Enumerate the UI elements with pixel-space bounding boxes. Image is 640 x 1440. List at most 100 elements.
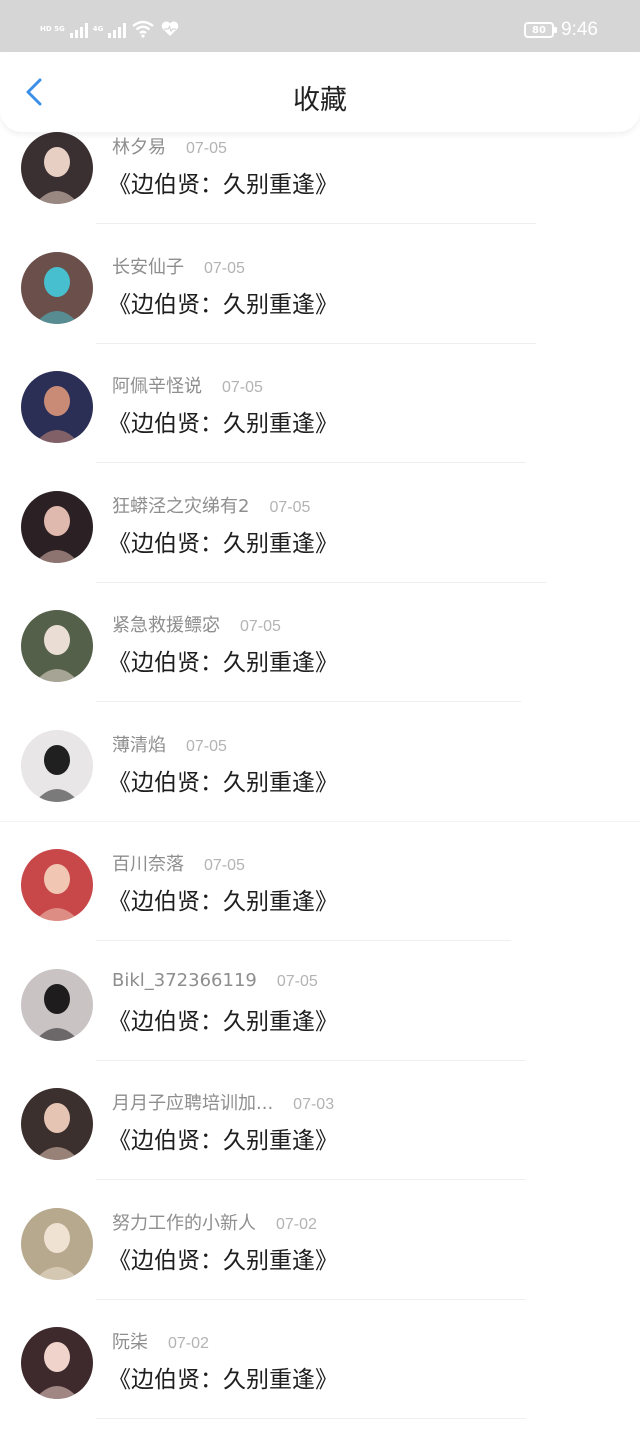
divider bbox=[96, 701, 521, 702]
divider bbox=[96, 462, 526, 463]
post-title[interactable]: 《边伯贤：久别重逢》 bbox=[108, 882, 338, 916]
status-right: 80 9:46 bbox=[524, 19, 598, 41]
list-item[interactable]: 月月子应聘培训加... 07-03 《边伯贤：久别重逢》 bbox=[0, 1081, 640, 1201]
date: 07-05 bbox=[204, 259, 245, 277]
post-title[interactable]: 《边伯贤：久别重逢》 bbox=[108, 1241, 338, 1275]
username[interactable]: 狂蟒泾之灾绨有2 bbox=[112, 492, 249, 518]
post-title[interactable]: 《边伯贤：久别重逢》 bbox=[108, 643, 338, 677]
date: 07-05 bbox=[186, 737, 227, 755]
post-title[interactable]: 《边伯贤：久别重逢》 bbox=[108, 763, 338, 797]
signal-icon bbox=[108, 20, 127, 38]
post-title[interactable]: 《边伯贤：久别重逢》 bbox=[108, 1360, 338, 1394]
heart-icon bbox=[162, 21, 179, 36]
status-left: HD 5G 4G bbox=[40, 17, 180, 41]
item-meta: 林夕易 07-05 bbox=[112, 133, 227, 159]
item-meta: 薄清焰 07-05 bbox=[112, 731, 227, 757]
list-item[interactable]: 长安仙子 07-05 《边伯贤：久别重逢》 bbox=[0, 245, 640, 365]
item-meta: 阮柒 07-02 bbox=[112, 1328, 209, 1354]
avatar-image bbox=[21, 610, 93, 682]
page-title: 收藏 bbox=[293, 85, 347, 116]
list-item[interactable]: 努力工作的小新人 07-02 《边伯贤：久别重逢》 bbox=[0, 1201, 640, 1321]
item-meta: 努力工作的小新人 07-02 bbox=[112, 1209, 317, 1235]
list-item[interactable]: 阿佩辛怪说 07-05 《边伯贤：久别重逢》 bbox=[0, 364, 640, 484]
list-item[interactable]: 狂蟒泾之灾绨有2 07-05 《边伯贤：久别重逢》 bbox=[0, 484, 640, 604]
clock: 9:46 bbox=[561, 19, 598, 40]
list-item[interactable]: Bikl_372366119 07-05 《边伯贤：久别重逢》 bbox=[0, 962, 640, 1082]
avatar-image bbox=[21, 132, 93, 204]
divider bbox=[96, 1179, 526, 1180]
avatar[interactable] bbox=[21, 1207, 93, 1280]
date: 07-02 bbox=[276, 1215, 317, 1233]
divider bbox=[96, 223, 536, 224]
date: 07-05 bbox=[276, 972, 318, 990]
post-title[interactable]: 《边伯贤：久别重逢》 bbox=[108, 1002, 338, 1036]
avatar[interactable] bbox=[21, 251, 93, 324]
post-title[interactable]: 《边伯贤：久别重逢》 bbox=[108, 285, 338, 319]
date: 07-05 bbox=[240, 618, 281, 635]
avatar-image bbox=[21, 371, 93, 443]
network-label: HD 5G bbox=[40, 25, 65, 33]
avatar[interactable] bbox=[21, 1088, 93, 1160]
username[interactable]: 林夕易 bbox=[112, 133, 166, 159]
avatar[interactable] bbox=[21, 1327, 93, 1399]
list-item[interactable]: 紧急救援鳔宓 07-05 《边伯贤：久别重逢》 bbox=[0, 603, 640, 723]
status-bar: HD 5G 4G 80 9:46 bbox=[0, 0, 640, 52]
divider bbox=[96, 1298, 526, 1300]
header: 收藏 bbox=[0, 52, 640, 132]
username[interactable]: 长安仙子 bbox=[112, 253, 184, 279]
item-meta: Bikl_372366119 07-05 bbox=[112, 970, 318, 991]
avatar-image bbox=[21, 849, 93, 921]
item-meta: 长安仙子 07-05 bbox=[112, 253, 245, 279]
date: 07-05 bbox=[222, 379, 263, 396]
username[interactable]: 紧急救援鳔宓 bbox=[112, 611, 220, 637]
avatar[interactable] bbox=[21, 968, 93, 1041]
avatar-image bbox=[21, 729, 93, 802]
list-item[interactable]: 百川奈落 07-05 《边伯贤：久别重逢》 bbox=[0, 842, 640, 962]
avatar[interactable] bbox=[21, 371, 93, 443]
date: 07-05 bbox=[204, 857, 245, 874]
post-title[interactable]: 《边伯贤：久别重逢》 bbox=[108, 1121, 338, 1155]
username[interactable]: 努力工作的小新人 bbox=[112, 1209, 256, 1235]
username[interactable]: 薄清焰 bbox=[112, 731, 166, 757]
list-item[interactable]: 薄清焰 07-05 《边伯贤：久别重逢》 bbox=[0, 723, 640, 843]
divider bbox=[96, 342, 536, 344]
list-item[interactable]: 林夕易 07-05 《边伯贤：久别重逢》 bbox=[0, 125, 640, 245]
item-meta: 月月子应聘培训加... 07-03 bbox=[112, 1089, 334, 1115]
signal-icon bbox=[69, 20, 88, 38]
post-title[interactable]: 《边伯贤：久别重逢》 bbox=[108, 524, 338, 558]
username[interactable]: 阮柒 bbox=[112, 1328, 148, 1354]
network-label-2: 4G bbox=[92, 25, 104, 33]
favorites-list: 林夕易 07-05 《边伯贤：久别重逢》 长安仙子 07-05 《边伯贤：久别重… bbox=[0, 125, 640, 1440]
item-meta: 百川奈落 07-05 bbox=[112, 850, 245, 876]
avatar-image bbox=[21, 490, 93, 563]
post-title[interactable]: 《边伯贤：久别重逢》 bbox=[108, 165, 338, 199]
post-title[interactable]: 《边伯贤：久别重逢》 bbox=[108, 404, 338, 438]
avatar-image bbox=[21, 251, 93, 324]
avatar[interactable] bbox=[21, 729, 93, 802]
avatar[interactable] bbox=[21, 849, 93, 921]
username[interactable]: 月月子应聘培训加... bbox=[112, 1089, 273, 1115]
avatar[interactable] bbox=[21, 490, 93, 563]
avatar-image bbox=[21, 1207, 93, 1280]
item-meta: 狂蟒泾之灾绨有2 07-05 bbox=[112, 492, 310, 518]
divider bbox=[96, 581, 546, 583]
date: 07-05 bbox=[269, 498, 311, 516]
avatar-image bbox=[21, 1327, 93, 1399]
date: 07-02 bbox=[168, 1335, 209, 1352]
item-meta: 紧急救援鳔宓 07-05 bbox=[112, 611, 281, 637]
username[interactable]: Bikl_372366119 bbox=[112, 970, 257, 991]
item-meta: 阿佩辛怪说 07-05 bbox=[112, 372, 263, 398]
date: 07-05 bbox=[186, 140, 227, 157]
divider bbox=[96, 1059, 526, 1061]
avatar-image bbox=[21, 1088, 93, 1160]
avatar[interactable] bbox=[21, 132, 93, 204]
avatar-image bbox=[21, 968, 93, 1041]
date: 07-03 bbox=[293, 1096, 335, 1113]
avatar[interactable] bbox=[21, 610, 93, 682]
divider bbox=[96, 1418, 526, 1419]
username[interactable]: 百川奈落 bbox=[112, 850, 184, 876]
wifi-icon bbox=[132, 20, 155, 38]
username[interactable]: 阿佩辛怪说 bbox=[112, 372, 202, 398]
divider bbox=[96, 940, 511, 941]
divider bbox=[0, 820, 640, 822]
